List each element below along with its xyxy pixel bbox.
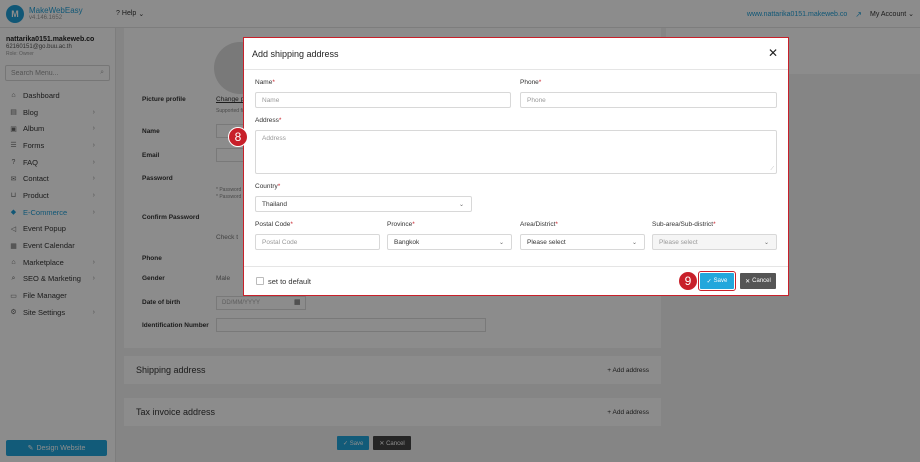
address-field-label: Address* bbox=[255, 117, 281, 124]
add-shipping-address-modal: Add shipping address ✕ Name* Phone* Addr… bbox=[243, 37, 789, 296]
modal-save-label: Save bbox=[713, 278, 728, 284]
sub-area-label-text: Sub-area/Sub-district bbox=[652, 221, 714, 228]
sub-area-select[interactable]: Please select ⌄ bbox=[652, 234, 777, 250]
postal-code-field bbox=[255, 234, 380, 250]
step-marker-8: 8 bbox=[228, 127, 248, 147]
address-label-text: Address bbox=[255, 117, 279, 124]
country-field-label: Country* bbox=[255, 183, 280, 190]
province-value: Bangkok bbox=[394, 238, 420, 246]
area-district-label-text: Area/District bbox=[520, 221, 556, 228]
name-label-text: Name bbox=[255, 79, 273, 86]
sub-area-field-label: Sub-area/Sub-district* bbox=[652, 221, 716, 228]
phone-label-text: Phone bbox=[520, 79, 539, 86]
required-mark: * bbox=[538, 79, 542, 86]
area-district-select[interactable]: Please select ⌄ bbox=[520, 234, 645, 250]
name-field bbox=[255, 92, 511, 108]
required-mark: * bbox=[713, 221, 716, 228]
address-textarea[interactable] bbox=[256, 131, 776, 173]
country-label-text: Country bbox=[255, 183, 278, 190]
modal-header: Add shipping address ✕ bbox=[244, 38, 788, 70]
required-mark: * bbox=[278, 117, 282, 124]
set-default-label[interactable]: set to default bbox=[268, 277, 311, 286]
check-icon: ✓ bbox=[706, 278, 712, 285]
modal-save-button[interactable]: ✓ Save bbox=[698, 271, 736, 291]
postal-code-label-text: Postal Code bbox=[255, 221, 291, 228]
required-mark: * bbox=[272, 79, 275, 86]
postal-code-input[interactable] bbox=[256, 235, 379, 249]
province-field-label: Province* bbox=[387, 221, 415, 228]
phone-input[interactable] bbox=[521, 93, 776, 107]
postal-code-field-label: Postal Code* bbox=[255, 221, 293, 228]
chevron-down-icon: ⌄ bbox=[458, 201, 464, 208]
resize-handle-icon[interactable]: ⟋ bbox=[770, 166, 774, 172]
area-district-field-label: Area/District* bbox=[520, 221, 558, 228]
set-default-checkbox[interactable] bbox=[256, 277, 264, 285]
close-icon[interactable]: ✕ bbox=[768, 46, 778, 60]
close-icon: ✕ bbox=[745, 278, 751, 285]
required-mark: * bbox=[555, 221, 558, 228]
chevron-down-icon: ⌄ bbox=[498, 239, 504, 246]
address-field: ⟋ bbox=[255, 130, 777, 174]
province-label-text: Province bbox=[387, 221, 413, 228]
country-select[interactable]: Thailand ⌄ bbox=[255, 196, 472, 212]
chevron-down-icon: ⌄ bbox=[763, 239, 769, 246]
required-mark: * bbox=[290, 221, 293, 228]
sub-area-value: Please select bbox=[659, 238, 698, 246]
country-value: Thailand bbox=[262, 200, 287, 208]
modal-footer: set to default ✓ Save ✕ Cancel bbox=[244, 266, 788, 295]
phone-field bbox=[520, 92, 777, 108]
name-input[interactable] bbox=[256, 93, 510, 107]
step-marker-9: 9 bbox=[678, 271, 698, 291]
required-mark: * bbox=[277, 183, 281, 190]
modal-cancel-button[interactable]: ✕ Cancel bbox=[740, 273, 776, 289]
chevron-down-icon: ⌄ bbox=[631, 239, 637, 246]
area-district-value: Please select bbox=[527, 238, 566, 246]
modal-cancel-label: Cancel bbox=[752, 278, 771, 284]
name-field-label: Name* bbox=[255, 79, 275, 86]
modal-title: Add shipping address bbox=[252, 48, 339, 59]
province-select[interactable]: Bangkok ⌄ bbox=[387, 234, 512, 250]
phone-field-label: Phone* bbox=[520, 79, 541, 86]
required-mark: * bbox=[412, 221, 415, 228]
